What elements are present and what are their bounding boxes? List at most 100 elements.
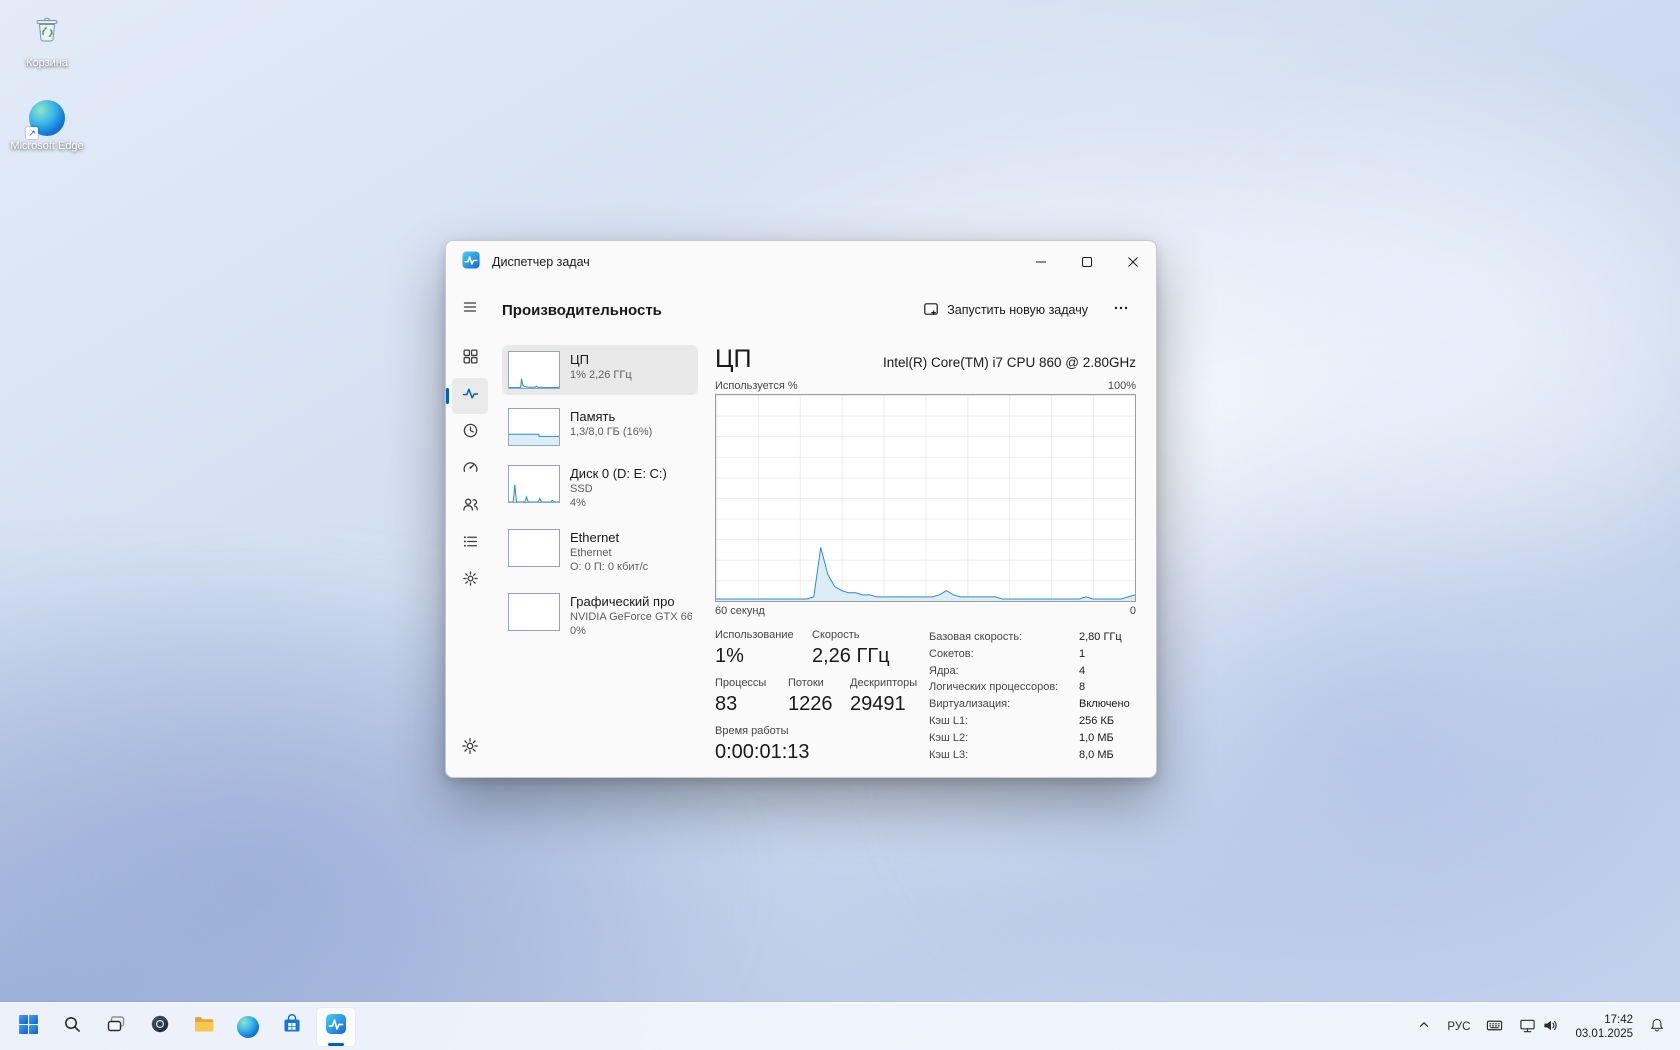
perf-item-gpu[interactable]: Графический про NVIDIA GeForce GTX 66 0% xyxy=(502,587,698,644)
desktop: Корзина ↗ Microsoft Edge Диспетчер задач xyxy=(0,0,1680,1050)
page-title: Производительность xyxy=(502,302,662,319)
ethernet-mini-chart xyxy=(508,529,560,567)
stat-threads: Потоки 1226 xyxy=(788,677,850,716)
maximize-button[interactable] xyxy=(1064,241,1110,283)
stat-usage: Использование 1% xyxy=(715,629,812,668)
window-titlebar[interactable]: Диспетчер задач xyxy=(446,241,1156,283)
info-row: Логических процессоров:8 xyxy=(929,679,1136,696)
chart-y-axis-max: 100% xyxy=(1108,380,1136,392)
time-label: 17:42 xyxy=(1604,1013,1633,1027)
nav-processes-button[interactable] xyxy=(452,341,488,377)
file-explorer-button[interactable] xyxy=(184,1007,224,1047)
nav-services-button[interactable] xyxy=(452,563,488,599)
gpu-mini-chart xyxy=(508,593,560,631)
memory-mini-chart xyxy=(508,408,560,446)
quick-settings-button[interactable] xyxy=(1512,1007,1566,1047)
info-row: Кэш L3:8,0 МБ xyxy=(929,747,1136,764)
stat-uptime: Время работы 0:00:01:13 xyxy=(715,725,810,764)
services-gear-icon xyxy=(462,570,479,592)
hidden-icons-button[interactable] xyxy=(1410,1007,1438,1047)
start-button[interactable] xyxy=(8,1007,48,1047)
bell-icon xyxy=(1649,1017,1665,1036)
processes-icon xyxy=(462,348,479,370)
task-view-button[interactable] xyxy=(96,1007,136,1047)
search-button[interactable] xyxy=(52,1007,92,1047)
desktop-icon-microsoft-edge[interactable]: ↗ Microsoft Edge xyxy=(8,100,86,153)
info-row: Базовая скорость:2,80 ГГц xyxy=(929,629,1136,646)
edge-icon xyxy=(237,1016,259,1038)
close-button[interactable] xyxy=(1110,241,1156,283)
folder-icon xyxy=(193,1013,215,1040)
desktop-icon-label: Корзина xyxy=(26,57,68,70)
nav-users-button[interactable] xyxy=(452,489,488,525)
perf-item-cpu[interactable]: ЦП 1% 2,26 ГГц xyxy=(502,345,698,395)
gauge-icon xyxy=(462,459,479,481)
cpu-mini-chart xyxy=(508,351,560,389)
task-manager-window: Диспетчер задач xyxy=(445,240,1157,778)
more-options-button[interactable] xyxy=(1106,295,1136,325)
nav-performance-button[interactable] xyxy=(452,378,488,414)
wallpaper-shape xyxy=(1080,60,1680,580)
cpu-section-title: ЦП xyxy=(715,345,751,374)
info-row: Кэш L2:1,0 МБ xyxy=(929,730,1136,747)
notifications-button[interactable] xyxy=(1642,1007,1672,1047)
nav-settings-button[interactable] xyxy=(452,730,488,766)
nav-details-button[interactable] xyxy=(452,526,488,562)
performance-pulse-icon xyxy=(462,385,479,407)
stat-speed: Скорость 2,26 ГГц xyxy=(812,629,890,668)
info-row: Сокетов:1 xyxy=(929,646,1136,663)
disk-mini-chart xyxy=(508,465,560,503)
task-manager-app-icon xyxy=(462,251,480,274)
details-list-icon xyxy=(462,533,479,555)
copilot-icon xyxy=(150,1014,170,1039)
cpu-stats: Использование 1% Скорость 2,26 ГГц xyxy=(715,629,923,765)
perf-item-memory[interactable]: Память 1,3/8,0 ГБ (16%) xyxy=(502,402,698,452)
nav-startup-apps-button[interactable] xyxy=(452,452,488,488)
run-new-task-icon xyxy=(923,301,939,320)
desktop-icon-label: Microsoft Edge xyxy=(10,140,83,153)
clock[interactable]: 17:42 03.01.2025 xyxy=(1568,1007,1640,1047)
edge-button[interactable] xyxy=(228,1007,268,1047)
clock-history-icon xyxy=(462,422,479,444)
info-row: Виртуализация:Включено xyxy=(929,696,1136,713)
search-icon xyxy=(62,1014,82,1039)
hamburger-icon xyxy=(462,299,478,320)
cpu-detail-panel: ЦП Intel(R) Core(TM) i7 CPU 860 @ 2.80GH… xyxy=(698,337,1136,765)
task-view-icon xyxy=(106,1014,126,1039)
shortcut-arrow-icon: ↗ xyxy=(26,127,38,139)
cpu-info: Базовая скорость:2,80 ГГц Сокетов:1 Ядра… xyxy=(923,629,1136,765)
task-manager-icon xyxy=(325,1013,347,1040)
volume-icon xyxy=(1542,1017,1559,1037)
cpu-usage-chart xyxy=(715,394,1136,602)
run-new-task-label: Запустить новую задачу xyxy=(947,303,1088,317)
desktop-icon-recycle-bin[interactable]: Корзина xyxy=(8,12,86,70)
store-icon xyxy=(281,1013,303,1040)
language-indicator[interactable]: РУС xyxy=(1440,1007,1477,1047)
taskbar: РУС 17:42 03.01.2025 xyxy=(0,1002,1680,1050)
perf-item-ethernet[interactable]: Ethernet Ethernet О: 0 П: 0 кбит/с xyxy=(502,523,698,580)
recycle-bin-icon xyxy=(29,12,65,53)
settings-gear-icon xyxy=(461,737,479,760)
store-button[interactable] xyxy=(272,1007,312,1047)
run-new-task-button[interactable]: Запустить новую задачу xyxy=(913,295,1098,326)
window-title: Диспетчер задач xyxy=(492,255,590,269)
chart-x-axis-right: 0 xyxy=(1130,605,1136,617)
info-row: Кэш L1:256 КБ xyxy=(929,713,1136,730)
language-label: РУС xyxy=(1447,1021,1470,1033)
touch-keyboard-button[interactable] xyxy=(1479,1007,1510,1047)
nav-rail xyxy=(446,283,494,777)
windows-logo-icon xyxy=(18,1014,39,1040)
copilot-button[interactable] xyxy=(140,1007,180,1047)
nav-app-history-button[interactable] xyxy=(452,415,488,451)
task-manager-taskbar-button[interactable] xyxy=(316,1007,356,1047)
cpu-model: Intel(R) Core(TM) i7 CPU 860 @ 2.80GHz xyxy=(883,355,1136,370)
stat-processes: Процессы 83 xyxy=(715,677,788,716)
stat-handles: Дескрипторы 29491 xyxy=(850,677,917,716)
nav-menu-button[interactable] xyxy=(452,291,488,327)
minimize-button[interactable] xyxy=(1018,241,1064,283)
info-row: Ядра:4 xyxy=(929,663,1136,680)
keyboard-icon xyxy=(1486,1017,1503,1037)
perf-item-disk0[interactable]: Диск 0 (D: E: C:) SSD 4% xyxy=(502,459,698,516)
edge-icon: ↗ xyxy=(29,100,65,136)
date-label: 03.01.2025 xyxy=(1575,1027,1633,1041)
